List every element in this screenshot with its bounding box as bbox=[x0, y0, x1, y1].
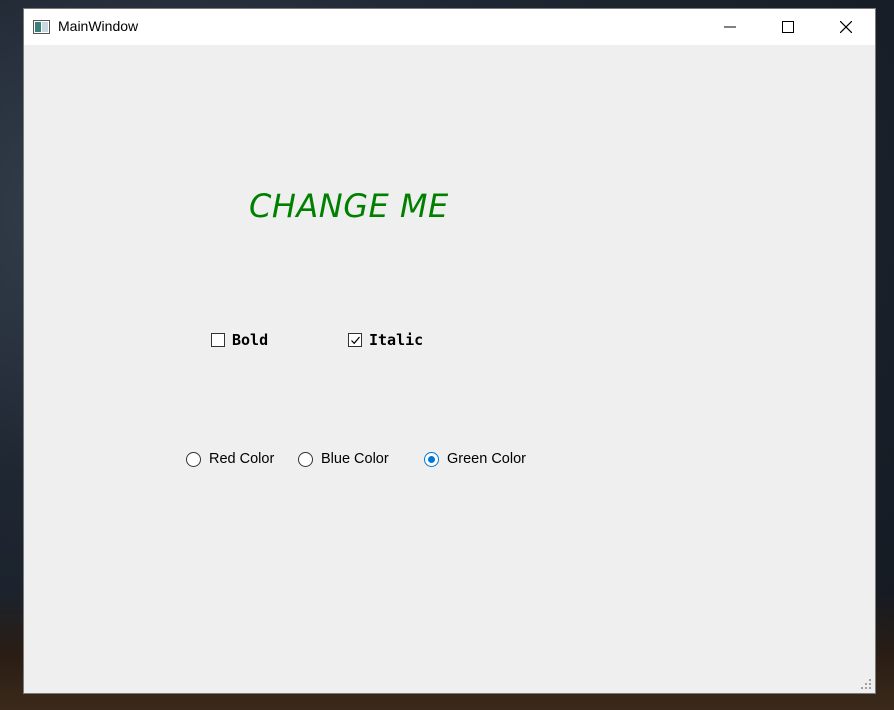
central-widget: CHANGE ME Bold Italic Red Color Blue Col… bbox=[24, 45, 875, 693]
italic-checkbox[interactable]: Italic bbox=[348, 331, 423, 349]
red-color-radio-circle[interactable] bbox=[186, 451, 201, 467]
maximize-button[interactable] bbox=[759, 9, 817, 45]
size-grip-icon[interactable] bbox=[861, 679, 872, 690]
red-color-radio-label[interactable]: Red Color bbox=[209, 451, 274, 467]
close-icon bbox=[840, 21, 852, 33]
blue-color-radio[interactable]: Blue Color bbox=[298, 450, 389, 468]
blue-color-radio-circle[interactable] bbox=[298, 451, 313, 467]
italic-checkbox-box[interactable] bbox=[348, 333, 362, 347]
app-window-icon bbox=[33, 19, 50, 34]
change-me-label: CHANGE ME bbox=[249, 187, 449, 225]
minimize-icon bbox=[724, 26, 736, 28]
red-color-radio[interactable]: Red Color bbox=[186, 450, 274, 468]
window-title: MainWindow bbox=[58, 18, 139, 34]
blue-color-radio-label[interactable]: Blue Color bbox=[321, 451, 389, 467]
green-color-radio-circle[interactable] bbox=[424, 451, 439, 467]
title-bar[interactable]: MainWindow bbox=[24, 9, 875, 45]
close-button[interactable] bbox=[817, 9, 875, 45]
bold-checkbox[interactable]: Bold bbox=[211, 331, 268, 349]
checkmark-icon bbox=[351, 336, 360, 345]
green-color-radio[interactable]: Green Color bbox=[424, 450, 526, 468]
bold-checkbox-label[interactable]: Bold bbox=[232, 331, 268, 349]
radio-selected-dot bbox=[428, 455, 435, 463]
green-color-radio-label[interactable]: Green Color bbox=[447, 451, 526, 467]
bold-checkbox-box[interactable] bbox=[211, 333, 225, 347]
italic-checkbox-label[interactable]: Italic bbox=[369, 331, 423, 349]
maximize-icon bbox=[782, 21, 794, 33]
main-window: MainWindow CHANGE ME Bold Italic Red Col… bbox=[23, 8, 876, 694]
minimize-button[interactable] bbox=[701, 9, 759, 45]
